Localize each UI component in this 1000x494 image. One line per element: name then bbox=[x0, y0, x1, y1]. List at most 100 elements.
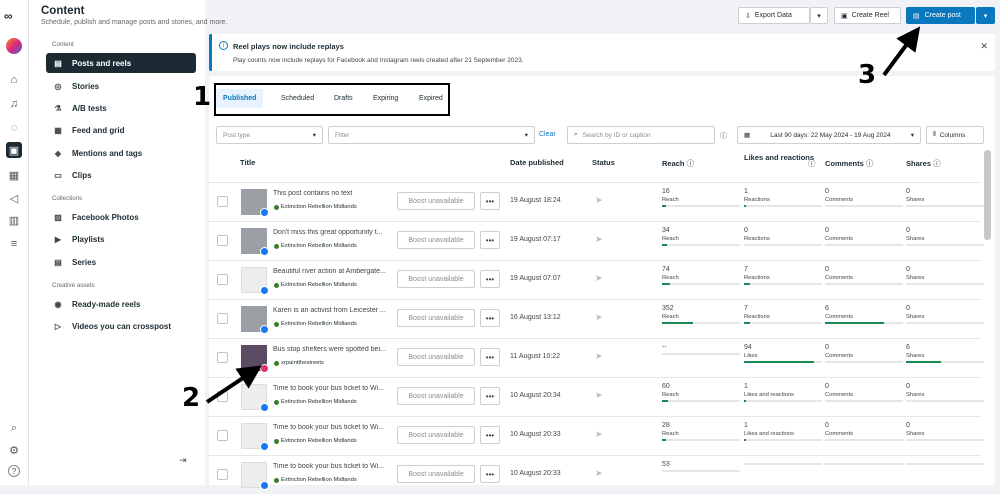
boost-button[interactable]: Boost unavailable bbox=[397, 387, 475, 405]
metric-bar-fill bbox=[744, 322, 751, 324]
metric-label: Shares bbox=[906, 275, 925, 281]
sidebar-item-ab-tests[interactable]: ⚗ A/B tests bbox=[46, 98, 196, 118]
metric-shares: 0 Shares bbox=[906, 266, 984, 285]
search-input[interactable]: ⌕ Search by ID or caption bbox=[567, 126, 715, 144]
meta-logo-icon[interactable]: ∞ bbox=[4, 9, 13, 23]
create-reel-button[interactable]: ▣ Create Reel bbox=[834, 7, 901, 24]
table-row[interactable]: Time to book your bus ticket to Wi... Ex… bbox=[209, 377, 984, 416]
table-row[interactable]: This post contains no text Extinction Re… bbox=[209, 182, 984, 221]
profile-avatar-icon[interactable] bbox=[6, 38, 22, 54]
row-checkbox[interactable] bbox=[217, 352, 228, 363]
post-title[interactable]: Bus stop shelters were spotted bei... bbox=[273, 346, 393, 353]
info-icon[interactable]: ⓘ bbox=[933, 159, 941, 168]
reel-icon: ▣ bbox=[841, 12, 848, 20]
boost-button[interactable]: Boost unavailable bbox=[397, 465, 475, 483]
boost-button[interactable]: Boost unavailable bbox=[397, 270, 475, 288]
row-checkbox[interactable] bbox=[217, 469, 228, 480]
help-icon[interactable]: ? bbox=[8, 465, 20, 477]
more-options-button[interactable]: ••• bbox=[480, 309, 500, 327]
more-options-button[interactable]: ••• bbox=[480, 270, 500, 288]
metric-bar bbox=[825, 463, 903, 465]
more-options-button[interactable]: ••• bbox=[480, 426, 500, 444]
ads-icon[interactable]: ◁ bbox=[6, 190, 22, 206]
row-checkbox[interactable] bbox=[217, 391, 228, 402]
scrollbar[interactable] bbox=[984, 150, 991, 240]
row-checkbox[interactable] bbox=[217, 313, 228, 324]
sidebar-item-clips[interactable]: ▭ Clips bbox=[46, 165, 196, 185]
search-icon: ⌕ bbox=[574, 131, 578, 138]
content-icon[interactable]: ▣ bbox=[6, 142, 22, 158]
export-icon: ⇩ bbox=[745, 12, 751, 20]
post-type-select[interactable]: Post type ▾ bbox=[216, 126, 323, 144]
info-icon[interactable]: ⓘ bbox=[687, 159, 695, 168]
messages-icon[interactable]: ◌ bbox=[6, 120, 22, 136]
insights-icon[interactable]: ▥ bbox=[6, 212, 22, 228]
close-icon[interactable]: ✕ bbox=[980, 41, 988, 52]
calendar-icon: ▦ bbox=[744, 132, 751, 139]
planner-icon[interactable]: ▦ bbox=[6, 167, 22, 183]
search-icon[interactable]: ⌕ bbox=[6, 420, 22, 436]
create-post-dropdown-button[interactable]: ▾ bbox=[976, 7, 995, 24]
more-options-button[interactable]: ••• bbox=[480, 231, 500, 249]
more-options-button[interactable]: ••• bbox=[480, 348, 500, 366]
row-checkbox[interactable] bbox=[217, 196, 228, 207]
post-title[interactable]: Beautiful river action at Ambergate... bbox=[273, 268, 393, 275]
post-title[interactable]: Karen is an activist from Leicester ... bbox=[273, 307, 393, 314]
filter-select[interactable]: Filter ▾ bbox=[328, 126, 535, 144]
column-date[interactable]: Date published bbox=[510, 158, 564, 167]
row-checkbox[interactable] bbox=[217, 235, 228, 246]
clear-link[interactable]: Clear bbox=[539, 131, 556, 138]
settings-icon[interactable]: ⚙ bbox=[6, 442, 22, 458]
sidebar-item-videos-crosspost[interactable]: ▷ Videos you can crosspost bbox=[46, 316, 196, 336]
more-options-button[interactable]: ••• bbox=[480, 192, 500, 210]
columns-button[interactable]: ⫴ Columns bbox=[926, 126, 984, 144]
sidebar-item-ready-made-reels[interactable]: ◉ Ready-made reels bbox=[46, 294, 196, 314]
collapse-sidebar-icon[interactable]: ⇥ bbox=[179, 455, 187, 466]
date-range-picker[interactable]: ▦ Last 90 days: 22 May 2024 - 19 Aug 2024… bbox=[737, 126, 921, 144]
info-icon[interactable]: ⓘ bbox=[866, 159, 874, 168]
boost-button[interactable]: Boost unavailable bbox=[397, 192, 475, 210]
sidebar-item-facebook-photos[interactable]: ▨ Facebook Photos bbox=[46, 207, 196, 227]
table-row[interactable]: Time to book your bus ticket to Wi... Ex… bbox=[209, 416, 984, 455]
more-options-button[interactable]: ••• bbox=[480, 465, 500, 483]
info-icon[interactable]: ⓘ bbox=[808, 158, 816, 169]
sidebar-item-playlists[interactable]: ▶ Playlists bbox=[46, 229, 196, 249]
create-post-button[interactable]: ▤ Create post bbox=[906, 7, 975, 24]
home-icon[interactable]: ⌂ bbox=[6, 72, 22, 88]
post-title[interactable]: Time to book your bus ticket to Wi... bbox=[273, 424, 393, 431]
menu-icon[interactable]: ≡ bbox=[6, 236, 22, 252]
table-row[interactable]: Karen is an activist from Leicester ... … bbox=[209, 299, 984, 338]
notifications-icon[interactable]: ♫ bbox=[6, 96, 22, 112]
published-status-icon: ➤ bbox=[595, 195, 603, 205]
more-options-button[interactable]: ••• bbox=[480, 387, 500, 405]
metric-bar bbox=[744, 463, 822, 465]
metric-bar bbox=[744, 439, 822, 441]
post-date: 19 August 18:24 bbox=[510, 197, 561, 204]
info-icon[interactable]: ⓘ bbox=[720, 131, 727, 141]
table-row[interactable]: Time to book your bus ticket to Wi... Ex… bbox=[209, 455, 984, 494]
ellipsis-icon: ••• bbox=[485, 430, 495, 440]
row-checkbox[interactable] bbox=[217, 274, 228, 285]
post-title[interactable]: Don't miss this great opportunity t... bbox=[273, 229, 393, 236]
metric-shares: 0 Shares bbox=[906, 227, 984, 246]
boost-button[interactable]: Boost unavailable bbox=[397, 231, 475, 249]
post-title[interactable]: This post contains no text bbox=[273, 190, 393, 197]
sidebar-item-stories[interactable]: ◎ Stories bbox=[46, 76, 196, 96]
table-row[interactable]: Bus stop shelters were spotted bei... xr… bbox=[209, 338, 984, 377]
sidebar-item-posts-and-reels[interactable]: ▤ Posts and reels bbox=[46, 53, 196, 73]
table-row[interactable]: Beautiful river action at Ambergate... E… bbox=[209, 260, 984, 299]
sidebar-item-feed-and-grid[interactable]: ▦ Feed and grid bbox=[46, 120, 196, 140]
column-reach: Reach ⓘ bbox=[662, 159, 695, 168]
boost-button[interactable]: Boost unavailable bbox=[397, 426, 475, 444]
sidebar-item-series[interactable]: ▤ Series bbox=[46, 252, 196, 272]
post-title[interactable]: Time to book your bus ticket to Wi... bbox=[273, 463, 393, 470]
boost-button[interactable]: Boost unavailable bbox=[397, 309, 475, 327]
export-data-button[interactable]: ⇩ Export Data bbox=[738, 7, 810, 24]
row-checkbox[interactable] bbox=[217, 430, 228, 441]
table-row[interactable]: Don't miss this great opportunity t... E… bbox=[209, 221, 984, 260]
metric-label: Reactions bbox=[744, 275, 770, 281]
boost-button[interactable]: Boost unavailable bbox=[397, 348, 475, 366]
export-dropdown-button[interactable]: ▾ bbox=[810, 7, 828, 24]
post-title[interactable]: Time to book your bus ticket to Wi... bbox=[273, 385, 393, 392]
sidebar-item-mentions-and-tags[interactable]: ◈ Mentions and tags bbox=[46, 143, 196, 163]
